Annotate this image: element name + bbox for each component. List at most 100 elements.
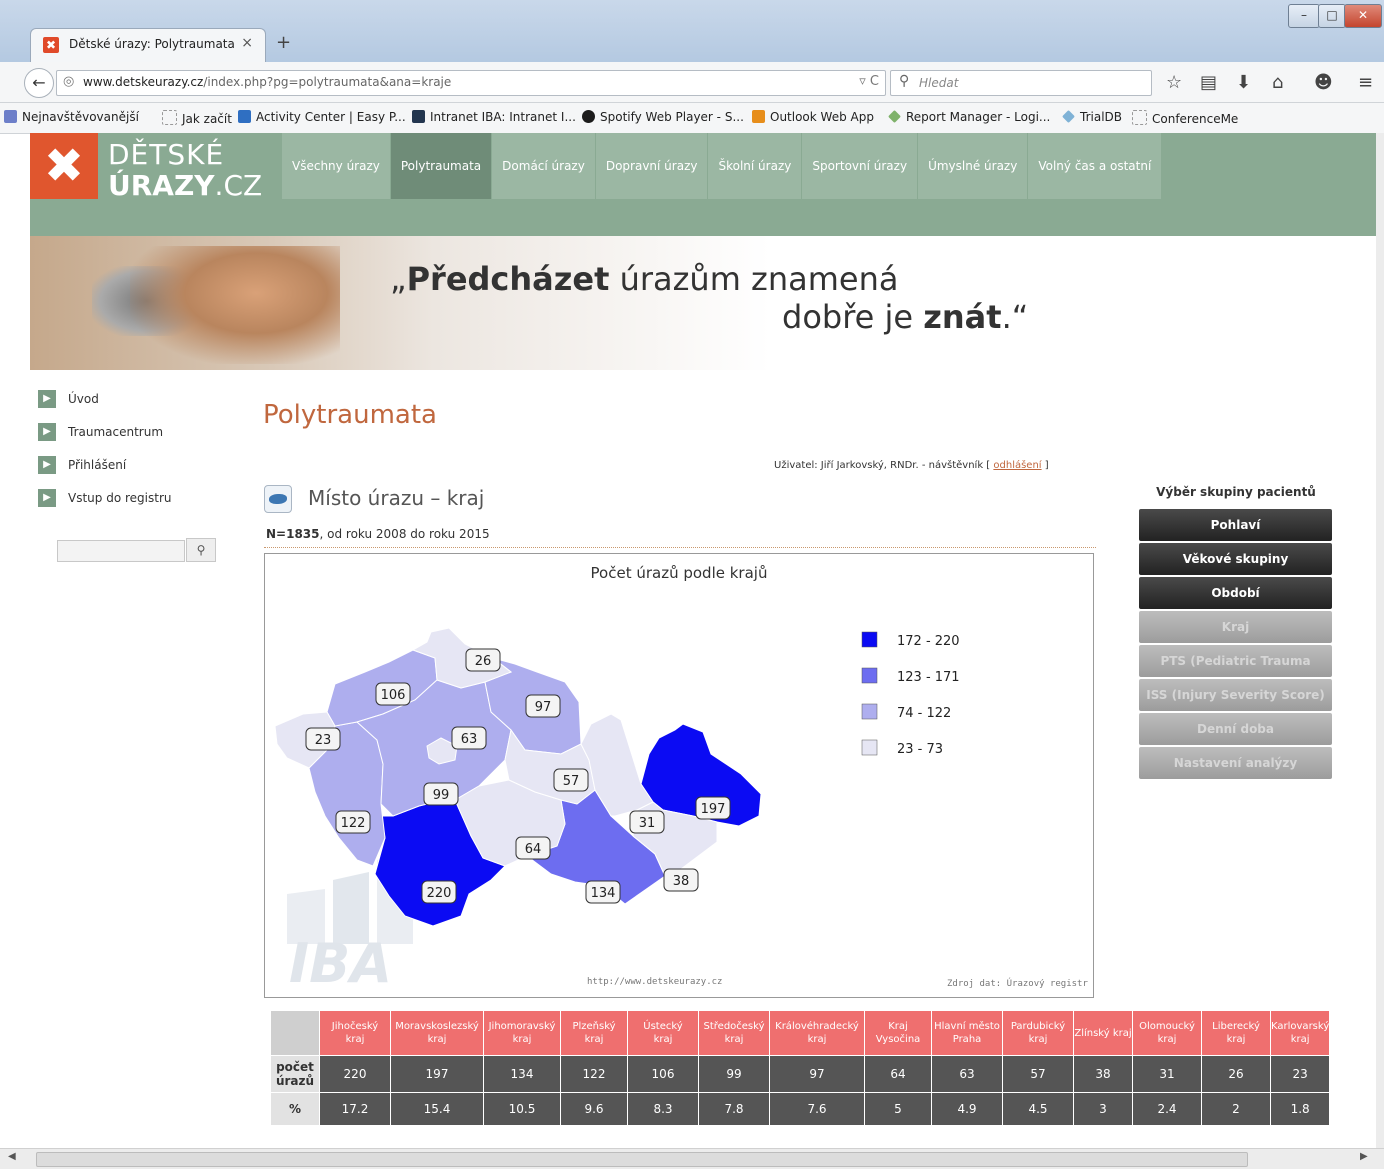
table-header-cell: Plzeňský kraj [561, 1011, 627, 1055]
nav-item-domaci-urazy[interactable]: Domácí úrazy [492, 133, 595, 199]
map-region-value: 63 [461, 732, 478, 747]
maximize-window-button[interactable]: □ [1318, 4, 1346, 28]
group-button-6[interactable]: Denní doba [1139, 713, 1332, 745]
browser-tab[interactable]: ✖ Dětské úrazy: Polytraumata × [30, 28, 266, 63]
legend-label: 74 - 122 [897, 706, 951, 721]
legend-label: 123 - 171 [897, 670, 960, 685]
reload-icon[interactable]: ▿ C [859, 74, 879, 89]
table-cell-count: 63 [932, 1056, 1002, 1092]
url-bar[interactable]: ◎ www.detskeurazy.cz/index.php?pg=polytr… [56, 70, 886, 96]
divider [264, 547, 1096, 548]
bookmark-item[interactable]: Report Manager - Logi... [888, 110, 1050, 124]
table-cell-percent: 10.5 [484, 1093, 560, 1125]
sidebar-search-input[interactable] [57, 540, 185, 562]
table-cell-count: 122 [561, 1056, 627, 1092]
scroll-left-icon[interactable]: ◀ [8, 1151, 16, 1162]
bookmark-item[interactable]: Outlook Web App [752, 110, 874, 124]
group-button-2[interactable]: Období [1139, 577, 1332, 609]
scroll-right-icon[interactable]: ▶ [1360, 1151, 1368, 1162]
close-tab-icon[interactable]: × [241, 35, 253, 51]
table-cell-percent: 4.5 [1003, 1093, 1073, 1125]
group-button-4[interactable]: PTS (Pediatric Trauma Score) [1139, 645, 1332, 700]
chart-footer-right: Zdroj dat: Úrazový registr ČR [947, 977, 1093, 989]
logo-line2[interactable]: ÚRAZY.CZ [108, 169, 262, 202]
logo-cross-icon[interactable]: ✖ [30, 133, 98, 199]
url-text: www.detskeurazy.cz/index.php?pg=polytrau… [83, 75, 452, 89]
nav-item-sportovni-urazy[interactable]: Sportovní úrazy [802, 133, 918, 199]
search-icon: ⚲ [899, 73, 910, 89]
table-header-cell: Středočeský kraj [699, 1011, 769, 1055]
scrollbar-thumb[interactable] [36, 1152, 1248, 1167]
map-region-label: 106 [375, 682, 411, 706]
table-cell-count: 106 [628, 1056, 698, 1092]
map-region-label: 134 [585, 880, 621, 904]
hero-banner: „Předcházet úrazům znamená dobře je znát… [30, 236, 1376, 370]
nav-item-umyslne-urazy[interactable]: Úmyslné úrazy [918, 133, 1028, 199]
arrow-right-icon: ▶ [38, 423, 56, 441]
table-header-cell: Olomoucký kraj [1133, 1011, 1201, 1055]
nav-item-polytraumata[interactable]: Polytraumata [390, 133, 492, 199]
map-region-value: 23 [315, 733, 332, 748]
bookmark-item[interactable]: Nejnavštěvovanější [4, 110, 139, 124]
bookmark-favicon-icon [4, 110, 17, 123]
bookmark-item[interactable]: ConferenceMe [1132, 110, 1238, 126]
logo-line1[interactable]: DĚTSKÉ [108, 138, 224, 171]
table-cell-count: 23 [1271, 1056, 1330, 1092]
nav-item-dopravni-urazy[interactable]: Dopravní úrazy [595, 133, 708, 199]
group-button-7[interactable]: Nastavení analýzy [1139, 747, 1332, 779]
group-button-3[interactable]: Kraj [1139, 611, 1332, 643]
table-header-cell: Jihočeský kraj [320, 1011, 390, 1055]
bookmark-favicon-icon [1132, 110, 1147, 125]
map-region-label: 38 [663, 868, 699, 892]
tab-title: Dětské úrazy: Polytraumata [69, 37, 235, 51]
table-cell-percent: 9.6 [561, 1093, 627, 1125]
map-region-value: 197 [701, 802, 726, 817]
menu-icon[interactable]: ≡ [1358, 72, 1373, 93]
map-region-label: 63 [451, 726, 487, 750]
group-button-0[interactable]: Pohlaví [1139, 509, 1332, 541]
back-icon[interactable]: ← [24, 68, 54, 98]
bookmark-favicon-icon [238, 110, 251, 123]
patient-group-title: Výběr skupiny pacientů [1156, 485, 1316, 499]
map-region-label: 31 [629, 810, 665, 834]
bookmark-item[interactable]: Spotify Web Player - S... [582, 110, 744, 124]
legend-label: 23 - 73 [897, 742, 943, 757]
group-button-1[interactable]: Věkové skupiny [1139, 543, 1332, 575]
table-cell-percent: 7.6 [770, 1093, 864, 1125]
bookmark-item[interactable]: Activity Center | Easy P... [238, 110, 406, 124]
chat-icon[interactable]: ☻ [1314, 72, 1333, 93]
home-icon[interactable]: ⌂ [1272, 72, 1283, 93]
horizontal-scrollbar[interactable]: ◀ ▶ [0, 1148, 1384, 1169]
vertical-scrollbar[interactable] [1376, 133, 1384, 1148]
close-window-button[interactable]: ✕ [1344, 4, 1382, 28]
nav-item-volny-cas[interactable]: Volný čas a ostatní [1028, 133, 1162, 199]
table-cell-count: 197 [391, 1056, 483, 1092]
search-bar[interactable]: ⚲ Hledat [890, 70, 1152, 96]
new-tab-icon[interactable]: + [276, 32, 291, 53]
bookmark-favicon-icon [162, 110, 177, 125]
site-favicon-icon: ✖ [43, 37, 59, 53]
download-icon[interactable]: ⬇ [1236, 72, 1251, 93]
bookmark-item[interactable]: Intranet IBA: Intranet I... [412, 110, 576, 124]
reading-list-icon[interactable]: ▤ [1200, 72, 1217, 93]
map-region-label: 26 [465, 648, 501, 672]
nav-item-vsechny-urazy[interactable]: Všechny úrazy [282, 133, 390, 199]
bookmark-star-icon[interactable]: ☆ [1166, 72, 1182, 93]
map-region-label: 122 [335, 810, 371, 834]
nav-item-skolni-urazy[interactable]: Školní úrazy [708, 133, 802, 199]
bookmark-item[interactable]: TrialDB [1062, 110, 1122, 124]
sidebar-search-button[interactable]: ⚲ [186, 538, 216, 562]
site-header: ✖ DĚTSKÉ ÚRAZY.CZ Všechny úrazy Polytrau… [30, 133, 1376, 236]
group-button-5[interactable]: ISS (Injury Severity Score) [1139, 679, 1332, 711]
bookmark-item[interactable]: Jak začít [162, 110, 232, 126]
arrow-right-icon: ▶ [38, 390, 56, 408]
legend-swatch [861, 667, 878, 684]
table-cell-percent: 1.8 [1271, 1093, 1330, 1125]
map-region-value: 220 [427, 886, 452, 901]
minimize-window-button[interactable]: – [1288, 4, 1320, 28]
table-header-cell: Kraj Vysočina [865, 1011, 931, 1055]
logout-link[interactable]: odhlášení [993, 460, 1041, 471]
map-chart: IBA Počet úrazů podle krajů 220 197 134 122… [264, 553, 1094, 998]
outlook-icon [752, 110, 765, 123]
page-title: Polytraumata [263, 400, 437, 430]
